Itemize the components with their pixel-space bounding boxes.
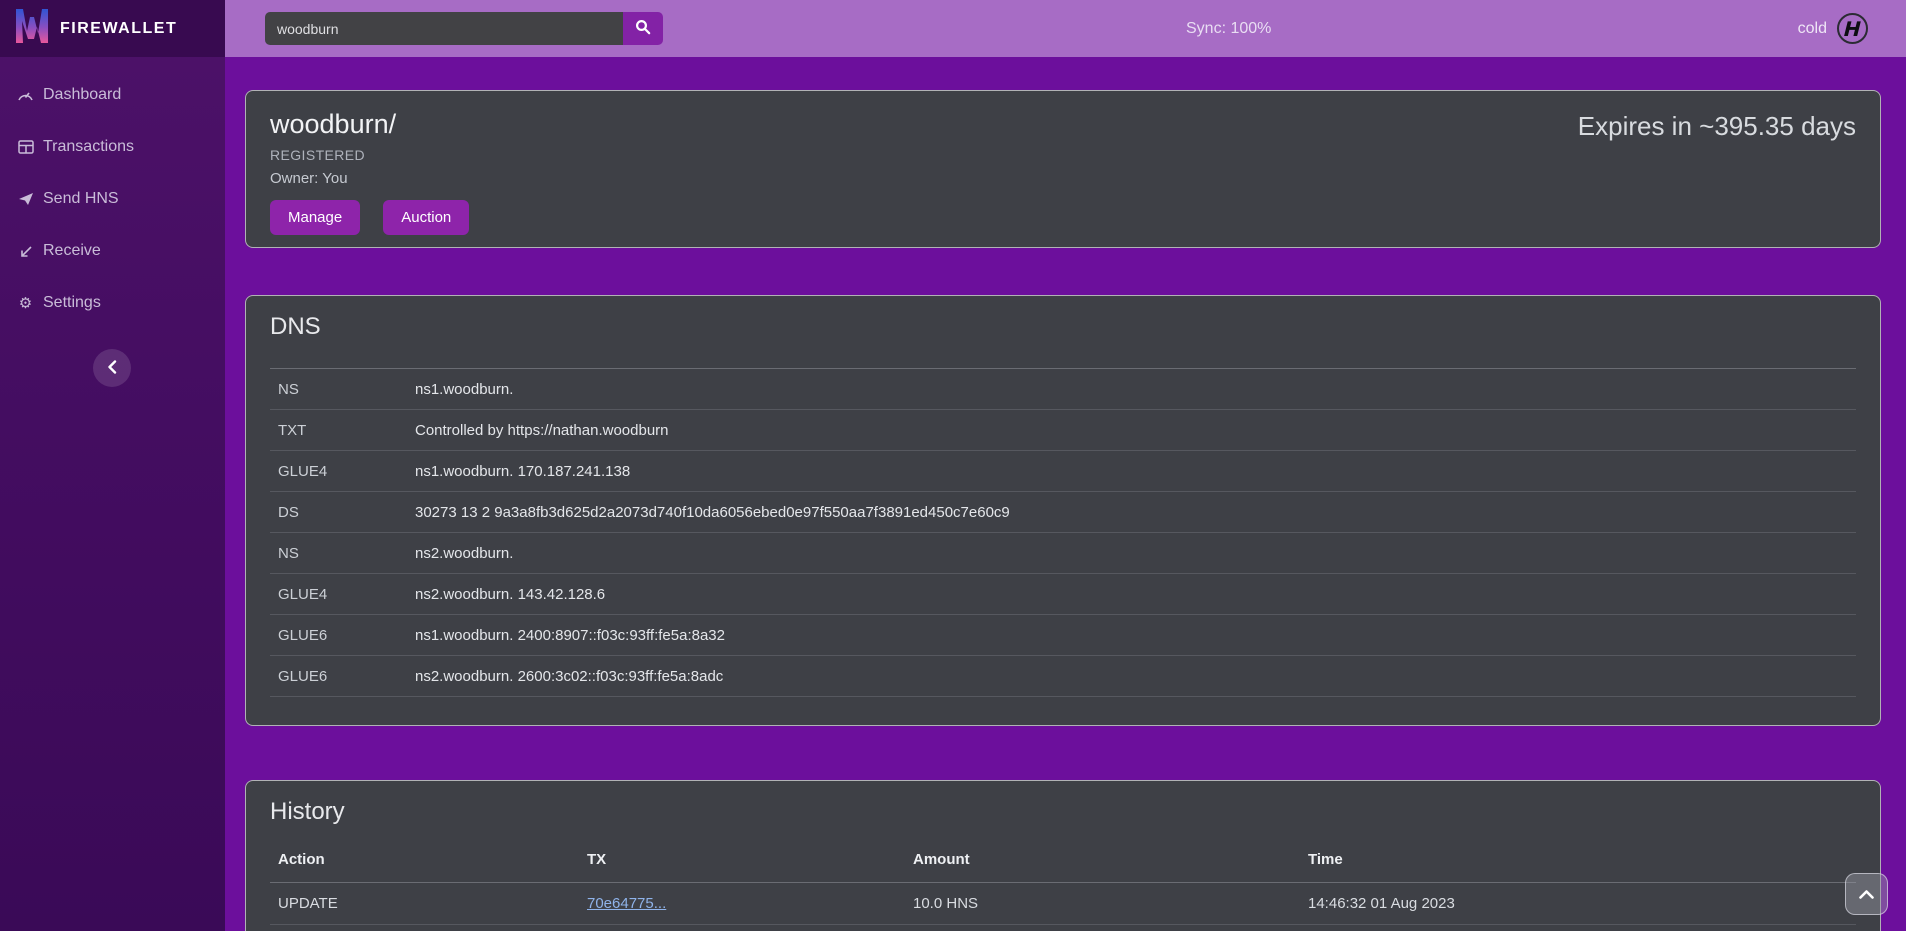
history-card-title: History bbox=[270, 797, 1856, 827]
sidebar-item-label: Send HNS bbox=[43, 190, 119, 208]
send-icon bbox=[17, 192, 34, 206]
dns-record-type: NS bbox=[278, 381, 415, 398]
sidebar-item-label: Dashboard bbox=[43, 86, 121, 104]
scroll-to-top-button[interactable] bbox=[1845, 873, 1888, 915]
dns-record-value: 30273 13 2 9a3a8fb3d625d2a2073d740f10da6… bbox=[415, 504, 1010, 521]
dns-record-row: GLUE6 ns2.woodburn. 2600:3c02::f03c:93ff… bbox=[270, 656, 1856, 697]
sidebar-collapse-button[interactable] bbox=[93, 349, 131, 387]
dns-record-value: Controlled by https://nathan.woodburn bbox=[415, 422, 669, 439]
history-table-header: Action TX Amount Time bbox=[270, 843, 1856, 883]
handshake-logo-icon[interactable]: H bbox=[1837, 13, 1868, 44]
brand-header: FIREWALLET bbox=[0, 0, 225, 57]
dns-table: NS ns1.woodburn. TXT Controlled by https… bbox=[270, 368, 1856, 697]
dns-record-value: ns2.woodburn. bbox=[415, 545, 513, 562]
dns-record-value: ns1.woodburn. 2400:8907::f03c:93ff:fe5a:… bbox=[415, 627, 725, 644]
dns-record-row: GLUE6 ns1.woodburn. 2400:8907::f03c:93ff… bbox=[270, 615, 1856, 656]
dns-record-row: NS ns1.woodburn. bbox=[270, 369, 1856, 410]
sidebar-item-settings[interactable]: ⚙ Settings bbox=[0, 281, 225, 325]
column-header-action: Action bbox=[278, 851, 587, 868]
dns-record-type: GLUE6 bbox=[278, 668, 415, 685]
domain-summary-card: woodburn/ REGISTERED Owner: You Manage A… bbox=[245, 90, 1881, 248]
dns-record-row: DS 30273 13 2 9a3a8fb3d625d2a2073d740f10… bbox=[270, 492, 1856, 533]
sidebar-item-dashboard[interactable]: Dashboard bbox=[0, 73, 225, 117]
chevron-left-icon bbox=[107, 360, 117, 377]
sync-status: Sync: 100% bbox=[1186, 0, 1271, 57]
sidebar: FIREWALLET Dashboard Transactions bbox=[0, 0, 225, 931]
history-action: UPDATE bbox=[278, 895, 587, 912]
magnifier-icon bbox=[635, 19, 651, 38]
expires-label: Expires in ~395.35 days bbox=[1578, 111, 1856, 142]
dns-record-type: DS bbox=[278, 504, 415, 521]
history-row: RENEW d79c4b... 10.0 HNS 15:45:36 07 Jul… bbox=[270, 925, 1856, 931]
sidebar-item-label: Settings bbox=[43, 294, 101, 312]
gear-icon: ⚙ bbox=[17, 296, 34, 311]
dns-record-row: GLUE4 ns1.woodburn. 170.187.241.138 bbox=[270, 451, 1856, 492]
dns-record-type: TXT bbox=[278, 422, 415, 439]
tx-link[interactable]: 70e64775... bbox=[587, 895, 666, 912]
domain-status: REGISTERED bbox=[270, 147, 1856, 163]
firewallet-logo-icon bbox=[14, 7, 50, 50]
table-icon bbox=[17, 140, 34, 154]
search-bar bbox=[265, 12, 663, 45]
domain-owner: Owner: You bbox=[270, 170, 1856, 187]
sidebar-nav: Dashboard Transactions Send HNS bbox=[0, 57, 225, 325]
wallet-area: cold H bbox=[1798, 0, 1868, 57]
search-input[interactable] bbox=[265, 12, 623, 45]
manage-button[interactable]: Manage bbox=[270, 200, 360, 235]
dns-record-value: ns2.woodburn. 143.42.128.6 bbox=[415, 586, 605, 603]
chevron-up-icon bbox=[1859, 887, 1874, 902]
dns-card: DNS NS ns1.woodburn. TXT Controlled by h… bbox=[245, 295, 1881, 726]
dns-record-type: GLUE4 bbox=[278, 586, 415, 603]
dns-record-value: ns1.woodburn. 170.187.241.138 bbox=[415, 463, 630, 480]
dns-record-type: GLUE4 bbox=[278, 463, 415, 480]
dns-record-value: ns2.woodburn. 2600:3c02::f03c:93ff:fe5a:… bbox=[415, 668, 723, 685]
gauge-icon bbox=[17, 88, 34, 103]
history-amount: 10.0 HNS bbox=[913, 895, 1308, 912]
sidebar-item-label: Receive bbox=[43, 242, 101, 260]
column-header-amount: Amount bbox=[913, 851, 1308, 868]
sidebar-item-transactions[interactable]: Transactions bbox=[0, 125, 225, 169]
column-header-time: Time bbox=[1308, 851, 1848, 868]
history-table: Action TX Amount Time UPDATE 70e64775...… bbox=[270, 843, 1856, 931]
history-row: UPDATE 70e64775... 10.0 HNS 14:46:32 01 … bbox=[270, 883, 1856, 925]
sidebar-item-send-hns[interactable]: Send HNS bbox=[0, 177, 225, 221]
dns-record-row: TXT Controlled by https://nathan.woodbur… bbox=[270, 410, 1856, 451]
sidebar-item-receive[interactable]: Receive bbox=[0, 229, 225, 273]
history-card: History Action TX Amount Time UPDATE 70e… bbox=[245, 780, 1881, 931]
main-content: woodburn/ REGISTERED Owner: You Manage A… bbox=[225, 57, 1906, 931]
sidebar-item-label: Transactions bbox=[43, 138, 134, 156]
column-header-tx: TX bbox=[587, 851, 913, 868]
auction-button[interactable]: Auction bbox=[383, 200, 469, 235]
dns-record-type: GLUE6 bbox=[278, 627, 415, 644]
wallet-name-badge: cold bbox=[1798, 20, 1827, 38]
history-time: 14:46:32 01 Aug 2023 bbox=[1308, 895, 1848, 912]
dns-record-row: NS ns2.woodburn. bbox=[270, 533, 1856, 574]
dns-record-row: GLUE4 ns2.woodburn. 143.42.128.6 bbox=[270, 574, 1856, 615]
receive-arrow-icon bbox=[17, 245, 34, 258]
topbar: Sync: 100% cold H bbox=[225, 0, 1906, 57]
dns-record-type: NS bbox=[278, 545, 415, 562]
brand-name: FIREWALLET bbox=[60, 20, 177, 38]
dns-card-title: DNS bbox=[270, 312, 1856, 342]
dns-record-value: ns1.woodburn. bbox=[415, 381, 513, 398]
search-button[interactable] bbox=[623, 12, 663, 45]
